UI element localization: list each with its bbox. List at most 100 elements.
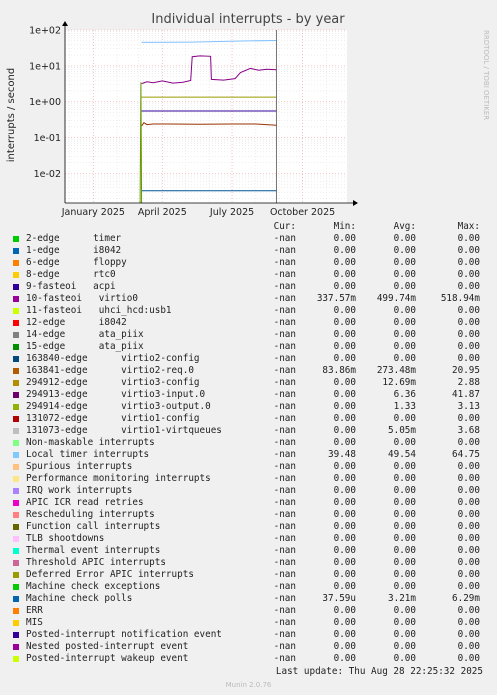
legend-label: Posted-interrupt wakeup event [26, 653, 189, 664]
legend-max: 0.00 [457, 353, 480, 364]
legend-max: 41.87 [452, 389, 480, 400]
y-tick-label: 1e+00 [29, 97, 61, 108]
legend-label: Machine check polls [26, 593, 133, 604]
legend-avg: 0.00 [393, 653, 416, 664]
legend-cur: -nan [273, 245, 296, 256]
legend-avg: 0.00 [393, 545, 416, 556]
legend-max: 0.00 [457, 653, 480, 664]
legend-max: 0.00 [457, 509, 480, 520]
legend-max: 3.68 [457, 425, 480, 436]
legend-min: 0.00 [333, 257, 356, 268]
legend-swatch [13, 416, 19, 422]
legend-cur: -nan [273, 593, 296, 604]
y-tick-label: 1e-02 [34, 169, 61, 180]
legend-avg: 0.00 [393, 341, 416, 352]
legend-label: Spurious interrupts [26, 461, 133, 472]
legend-cur: -nan [273, 521, 296, 532]
legend-min: 0.00 [333, 653, 356, 664]
legend-label: 294913-edge virtio3-input.0 [26, 389, 206, 400]
legend-avg: 0.00 [393, 485, 416, 496]
legend-row: Function call interrupts -nan 0.00 0.00 0.00 [12, 521, 490, 533]
x-axis-arrow [353, 200, 358, 206]
legend-label: Machine check exceptions [26, 581, 161, 592]
legend-avg: 499.74m [376, 293, 416, 304]
legend-row: 8-edge rtc0 -nan 0.00 0.00 0.00 [12, 269, 490, 281]
legend-row: Non-maskable interrupts -nan 0.00 0.00 0.00 [12, 437, 490, 449]
legend-row: Machine check exceptions -nan 0.00 0.00 0.00 [12, 581, 490, 593]
legend-label: Posted-interrupt notification event [26, 629, 222, 640]
x-tick-label: January 2025 [61, 207, 125, 218]
legend-cur: -nan [273, 581, 296, 592]
legend-cur: -nan [273, 485, 296, 496]
legend-row: IRQ work interrupts -nan 0.00 0.00 0.00 [12, 485, 490, 497]
legend-avg: 0.00 [393, 629, 416, 640]
legend-swatch [13, 512, 19, 518]
legend-min: 0.00 [333, 341, 356, 352]
legend-cur: -nan [273, 629, 296, 640]
legend-label: 131073-edge virtio1-virtqueues [26, 425, 222, 436]
legend-avg: 0.00 [393, 509, 416, 520]
legend-avg: 0.00 [393, 257, 416, 268]
legend-cur: -nan [273, 641, 296, 652]
legend-label: Rescheduling interrupts [26, 509, 155, 520]
legend-row: Rescheduling interrupts -nan 0.00 0.00 0.00 [12, 509, 490, 521]
legend-cur: -nan [273, 545, 296, 556]
legend-row: Posted-interrupt notification event -nan 0… [12, 629, 490, 641]
legend-swatch [13, 404, 19, 410]
legend-row: ERR -nan 0.00 0.00 0.00 [12, 605, 490, 617]
legend-cur: -nan [273, 341, 296, 352]
legend-swatch [13, 560, 19, 566]
legend-row: 163841-edge virtio2-req.0 -nan 83.86m 273.4… [12, 365, 490, 377]
legend-avg: 5.05m [388, 425, 416, 436]
legend-rows: 2-edge timer -nan 0.00 0.00 0.00 1-edge i8042… [12, 233, 490, 665]
legend-max: 0.00 [457, 557, 480, 568]
legend-row: 294912-edge virtio3-config -nan 0.00 12.69m… [12, 377, 490, 389]
legend-swatch [13, 344, 19, 350]
x-tick-label: April 2025 [138, 207, 187, 218]
legend-cur: -nan [273, 401, 296, 412]
legend-label: 1-edge i8042 [26, 245, 122, 256]
legend-min: 0.00 [333, 521, 356, 532]
legend-max: 0.00 [457, 485, 480, 496]
legend-label: 14-edge ata_piix [26, 329, 144, 340]
legend-row: 131072-edge virtio1-config -nan 0.00 0.00 0.… [12, 413, 490, 425]
legend-label: Function call interrupts [26, 521, 161, 532]
legend-label: Nested posted-interrupt event [26, 641, 189, 652]
legend-label: 294912-edge virtio3-config [26, 377, 200, 388]
legend-max: 0.00 [457, 497, 480, 508]
legend-cur: -nan [273, 437, 296, 448]
legend-cur: -nan [273, 281, 296, 292]
legend-avg: 0.00 [393, 269, 416, 280]
legend-avg: 0.00 [393, 461, 416, 472]
legend-label: 8-edge rtc0 [26, 269, 116, 280]
legend-row: 294914-edge virtio3-output.0 -nan 0.00 1.33… [12, 401, 490, 413]
legend-swatch [13, 368, 19, 374]
legend-row: Nested posted-interrupt event -nan 0.00 0.0… [12, 641, 490, 653]
legend-min: 0.00 [333, 497, 356, 508]
legend-min: 0.00 [333, 377, 356, 388]
legend-label: 15-edge ata_piix [26, 341, 144, 352]
legend-cur: -nan [273, 497, 296, 508]
legend-label: Threshold APIC interrupts [26, 557, 166, 568]
legend-min: 0.00 [333, 329, 356, 340]
legend-row: 163840-edge virtio2-config -nan 0.00 0.00 0.… [12, 353, 490, 365]
legend-swatch [13, 608, 19, 614]
legend-min: 0.00 [333, 545, 356, 556]
legend-avg: 273.48m [376, 365, 416, 376]
legend-max: 0.00 [457, 317, 480, 328]
legend-row: 14-edge ata_piix -nan 0.00 0.00 0.00 [12, 329, 490, 341]
header-avg: Avg: [393, 221, 416, 232]
legend-row: TLB shootdowns -nan 0.00 0.00 0.00 [12, 533, 490, 545]
legend-max: 0.00 [457, 629, 480, 640]
header-max: Max: [457, 221, 480, 232]
legend-avg: 0.00 [393, 413, 416, 424]
x-tick-label: October 2025 [270, 207, 335, 218]
legend-min: 0.00 [333, 269, 356, 280]
legend-cur: -nan [273, 509, 296, 520]
legend-row: Posted-interrupt wakeup event -nan 0.00 0.0… [12, 653, 490, 665]
legend-row: Deferred Error APIC interrupts -nan 0.00 0.… [12, 569, 490, 581]
legend-label: Performance monitoring interrupts [26, 473, 211, 484]
legend-swatch [13, 272, 19, 278]
legend-avg: 12.69m [382, 377, 416, 388]
legend-max: 0.00 [457, 257, 480, 268]
